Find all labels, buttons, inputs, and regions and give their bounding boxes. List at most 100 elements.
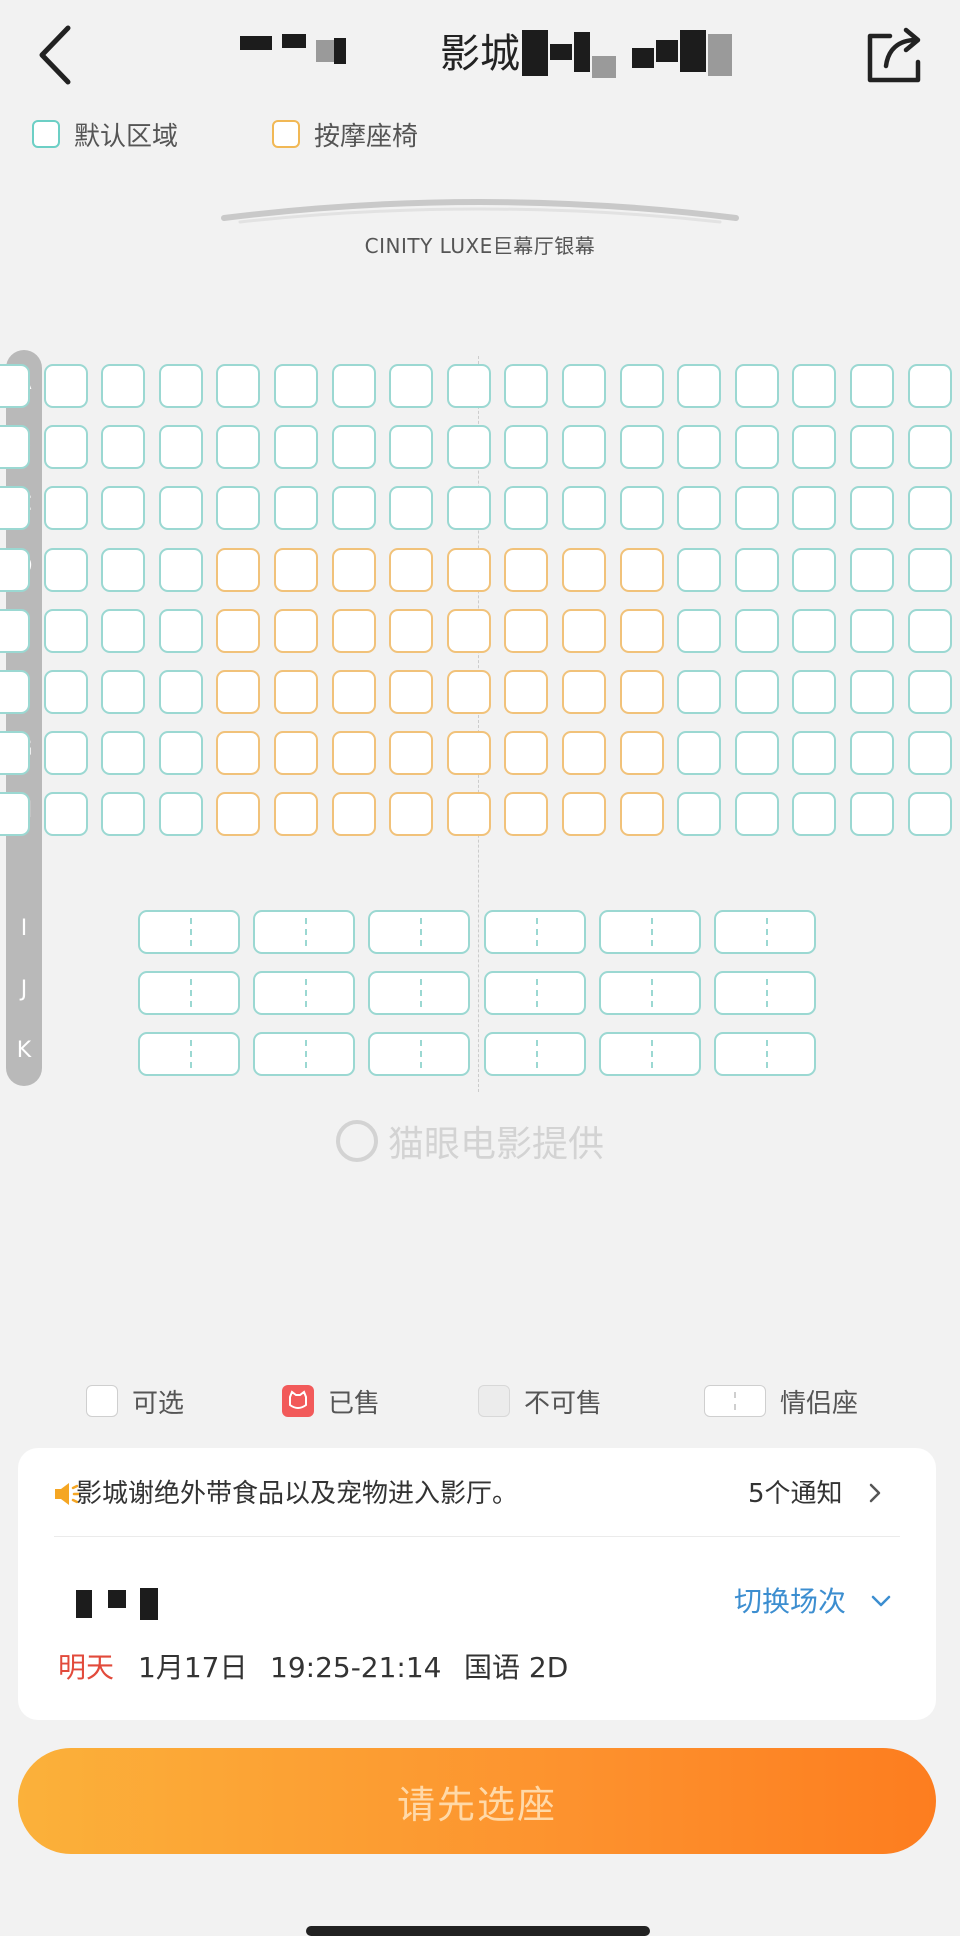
massage-seat[interactable] (216, 792, 261, 837)
seat[interactable] (734, 486, 779, 531)
seat[interactable] (101, 425, 146, 470)
massage-seat[interactable] (446, 547, 491, 592)
couple-seat[interactable] (368, 1032, 471, 1077)
seat[interactable] (792, 547, 837, 592)
couple-seat[interactable] (714, 1032, 816, 1077)
seat[interactable] (792, 364, 837, 408)
seat[interactable] (101, 731, 146, 776)
seat[interactable] (101, 792, 146, 837)
seat[interactable] (850, 670, 894, 714)
seat[interactable] (504, 364, 549, 408)
seat[interactable] (101, 486, 146, 531)
massage-seat[interactable] (446, 608, 491, 653)
seat[interactable] (0, 547, 30, 592)
massage-seat[interactable] (274, 547, 318, 592)
massage-seat[interactable] (216, 608, 261, 653)
seat[interactable] (389, 364, 434, 408)
couple-seat[interactable] (138, 1032, 240, 1077)
seat[interactable] (677, 364, 722, 408)
seat[interactable] (734, 425, 779, 470)
select-seat-button[interactable]: 请先选座 (18, 1748, 936, 1854)
seat[interactable] (734, 731, 779, 776)
massage-seat[interactable] (504, 608, 549, 653)
seat[interactable] (907, 670, 952, 714)
seat[interactable] (907, 731, 952, 776)
seat[interactable] (158, 425, 203, 470)
seat[interactable] (274, 364, 318, 408)
seat[interactable] (158, 670, 203, 714)
seat[interactable] (562, 364, 606, 408)
massage-seat[interactable] (331, 731, 376, 776)
massage-seat[interactable] (504, 792, 549, 837)
massage-seat[interactable] (216, 670, 261, 714)
massage-seat[interactable] (504, 547, 549, 592)
massage-seat[interactable] (274, 792, 318, 837)
seat[interactable] (216, 425, 261, 470)
seat[interactable] (619, 425, 664, 470)
seat[interactable] (43, 608, 88, 653)
seat[interactable] (216, 486, 261, 531)
couple-seat[interactable] (483, 910, 586, 954)
seat[interactable] (43, 547, 88, 592)
massage-seat[interactable] (216, 731, 261, 776)
seat[interactable] (792, 670, 837, 714)
seat[interactable] (792, 425, 837, 470)
seat[interactable] (792, 792, 837, 837)
massage-seat[interactable] (274, 731, 318, 776)
seat[interactable] (101, 670, 146, 714)
seat[interactable] (677, 792, 722, 837)
seat[interactable] (677, 486, 722, 531)
seat[interactable] (792, 486, 837, 531)
seat[interactable] (158, 547, 203, 592)
seat[interactable] (43, 792, 88, 837)
couple-seat[interactable] (714, 971, 816, 1016)
seat[interactable] (850, 425, 894, 470)
seat[interactable] (43, 670, 88, 714)
seat[interactable] (677, 425, 722, 470)
seat[interactable] (331, 486, 376, 531)
seat[interactable] (43, 486, 88, 531)
massage-seat[interactable] (562, 547, 606, 592)
seat[interactable] (0, 792, 30, 837)
massage-seat[interactable] (331, 670, 376, 714)
massage-seat[interactable] (389, 731, 434, 776)
seat[interactable] (0, 670, 30, 714)
massage-seat[interactable] (216, 547, 261, 592)
couple-seat[interactable] (368, 910, 471, 954)
massage-seat[interactable] (562, 731, 606, 776)
seat[interactable] (907, 486, 952, 531)
seat[interactable] (907, 608, 952, 653)
seat[interactable] (504, 486, 549, 531)
massage-seat[interactable] (274, 608, 318, 653)
seat[interactable] (274, 425, 318, 470)
massage-seat[interactable] (274, 670, 318, 714)
seat[interactable] (619, 364, 664, 408)
massage-seat[interactable] (562, 608, 606, 653)
seat[interactable] (0, 731, 30, 776)
seat[interactable] (0, 425, 30, 470)
seat[interactable] (677, 731, 722, 776)
seat[interactable] (734, 792, 779, 837)
seat[interactable] (158, 731, 203, 776)
massage-seat[interactable] (331, 792, 376, 837)
seat[interactable] (101, 547, 146, 592)
seat[interactable] (101, 608, 146, 653)
seat[interactable] (734, 364, 779, 408)
massage-seat[interactable] (331, 608, 376, 653)
notice-text[interactable]: 影城谢绝外带食品以及宠物进入影厅。 (76, 1474, 518, 1514)
massage-seat[interactable] (619, 547, 664, 592)
couple-seat[interactable] (483, 971, 586, 1016)
seat[interactable] (158, 608, 203, 653)
notice-count[interactable]: 5个通知 (748, 1474, 885, 1514)
seat[interactable] (43, 425, 88, 470)
seat[interactable] (850, 792, 894, 837)
seat[interactable] (216, 364, 261, 408)
switch-session-button[interactable]: 切换场次 (734, 1582, 893, 1622)
seat[interactable] (850, 364, 894, 408)
couple-seat[interactable] (138, 971, 240, 1016)
massage-seat[interactable] (331, 547, 376, 592)
seat[interactable] (331, 425, 376, 470)
seat[interactable] (850, 731, 894, 776)
couple-seat[interactable] (714, 910, 816, 954)
couple-seat[interactable] (483, 1032, 586, 1077)
